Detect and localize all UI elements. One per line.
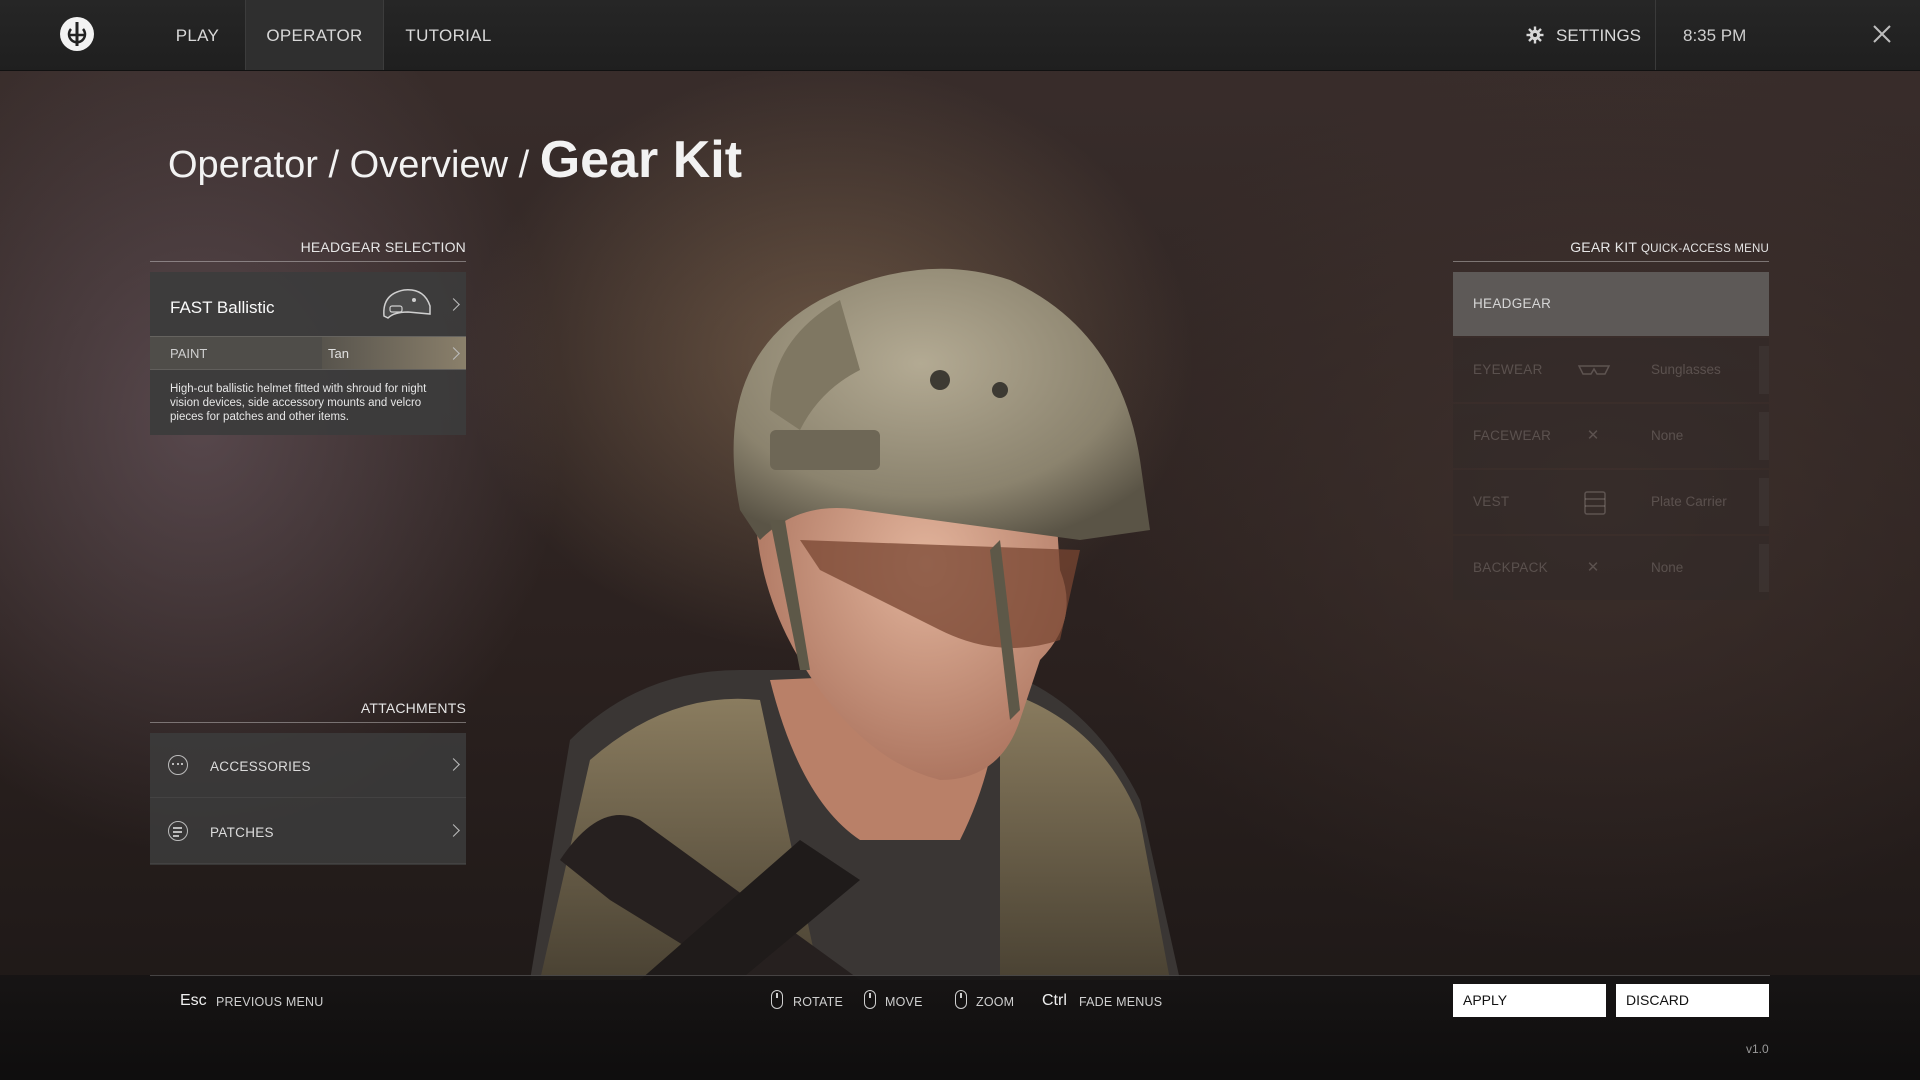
dots-circle-icon (168, 755, 188, 775)
headgear-description: High-cut ballistic helmet fitted with sh… (170, 383, 427, 423)
top-navigation-bar: PLAY OPERATOR TUTORIAL SETTINGS 8:35 PM (0, 0, 1920, 71)
quick-access-tab (1759, 346, 1769, 394)
breadcrumb-overview[interactable]: Overview (350, 144, 508, 186)
attachment-label: ACCESSORIES (210, 759, 311, 774)
chevron-right-icon (447, 758, 460, 771)
breadcrumb-separator: / (508, 144, 540, 186)
quick-access-headgear[interactable]: HEADGEAR (1453, 272, 1769, 336)
zoom-hint: ZOOM (976, 995, 1015, 1009)
x-icon: ✕ (1586, 427, 1600, 444)
divider (1453, 261, 1769, 262)
divider (150, 975, 1770, 976)
lines-circle-icon (168, 821, 188, 841)
headgear-section-title: HEADGEAR SELECTION (300, 239, 466, 255)
apply-button[interactable]: APPLY (1453, 984, 1606, 1017)
breadcrumb-separator: / (317, 144, 350, 186)
paint-label: PAINT (170, 346, 208, 361)
x-icon: ✕ (1586, 559, 1600, 576)
paint-value: Tan (328, 346, 349, 361)
attachment-patches[interactable]: PATCHES (150, 799, 466, 864)
quick-access-title-main: GEAR KIT (1570, 239, 1637, 255)
previous-menu-hint[interactable]: PREVIOUS MENU (216, 995, 323, 1009)
quick-access-title-sub: QUICK-ACCESS MENU (1641, 243, 1769, 255)
quick-access-tab (1759, 412, 1769, 460)
chevron-right-icon (447, 824, 460, 837)
quick-access-value: None (1651, 560, 1684, 575)
mouse-left-icon (771, 990, 783, 1009)
headgear-select-button[interactable]: FAST Ballistic (150, 272, 466, 336)
mouse-right-icon (864, 990, 876, 1009)
vest-icon (1584, 491, 1606, 515)
attachments-section-title: ATTACHMENTS (360, 700, 466, 716)
divider (150, 261, 466, 262)
quick-access-category: HEADGEAR (1473, 296, 1552, 311)
quick-access-value: Plate Carrier (1651, 494, 1727, 509)
sunglasses-icon (1577, 365, 1611, 375)
attachment-accessories[interactable]: ACCESSORIES (150, 733, 466, 798)
settings-label: SETTINGS (1556, 26, 1642, 45)
chevron-right-icon (447, 298, 460, 311)
discard-button[interactable]: DISCARD (1616, 984, 1769, 1017)
quick-access-vest[interactable]: VEST Plate Carrier (1453, 470, 1769, 534)
close-icon[interactable] (1870, 22, 1894, 46)
version-label: v1.0 (1746, 1042, 1769, 1056)
fade-menus-hint: FADE MENUS (1079, 995, 1163, 1009)
clock: 8:35 PM (1683, 26, 1747, 45)
quick-access-backpack[interactable]: BACKPACK ✕ None (1453, 536, 1769, 600)
helmet-icon (383, 289, 431, 319)
quick-access-title: GEAR KIT QUICK-ACCESS MENU (1453, 239, 1769, 255)
quick-access-value: Sunglasses (1651, 362, 1721, 377)
esc-key: Esc (180, 992, 207, 1009)
ctrl-key: Ctrl (1042, 992, 1067, 1009)
tab-tutorial[interactable]: TUTORIAL (385, 0, 512, 70)
quick-access-tab (1759, 544, 1769, 592)
gear-icon (1526, 26, 1544, 44)
quick-access-eyewear[interactable]: EYEWEAR Sunglasses (1453, 338, 1769, 402)
quick-access-value: None (1651, 428, 1684, 443)
attachment-label: PATCHES (210, 825, 274, 840)
tab-play[interactable]: PLAY (155, 0, 240, 70)
page-title: Gear Kit (539, 131, 743, 189)
attachments-list: ACCESSORIES PATCHES (150, 733, 466, 865)
breadcrumb: Operator / Overview / Gear Kit (168, 130, 742, 190)
quick-access-category: VEST (1473, 494, 1510, 509)
paint-selector[interactable]: PAINT Tan (150, 336, 466, 370)
game-logo-icon[interactable] (60, 17, 94, 51)
headgear-name: FAST Ballistic (170, 298, 275, 317)
settings-button[interactable]: SETTINGS (1526, 0, 1641, 70)
tab-operator[interactable]: OPERATOR (245, 0, 384, 70)
rotate-hint: ROTATE (793, 995, 844, 1009)
divider (1655, 0, 1656, 70)
quick-access-category: FACEWEAR (1473, 428, 1552, 443)
quick-access-category: EYEWEAR (1473, 362, 1543, 377)
breadcrumb-operator[interactable]: Operator (168, 144, 318, 186)
divider (150, 722, 466, 723)
operator-character-render[interactable] (440, 240, 1320, 980)
mouse-wheel-icon (955, 990, 967, 1009)
quick-access-tab (1759, 478, 1769, 526)
headgear-card: FAST Ballistic PAINT Tan High-cut ballis… (150, 272, 466, 435)
quick-access-category: BACKPACK (1473, 560, 1548, 575)
quick-access-facewear[interactable]: FACEWEAR ✕ None (1453, 404, 1769, 468)
move-hint: MOVE (885, 995, 923, 1009)
